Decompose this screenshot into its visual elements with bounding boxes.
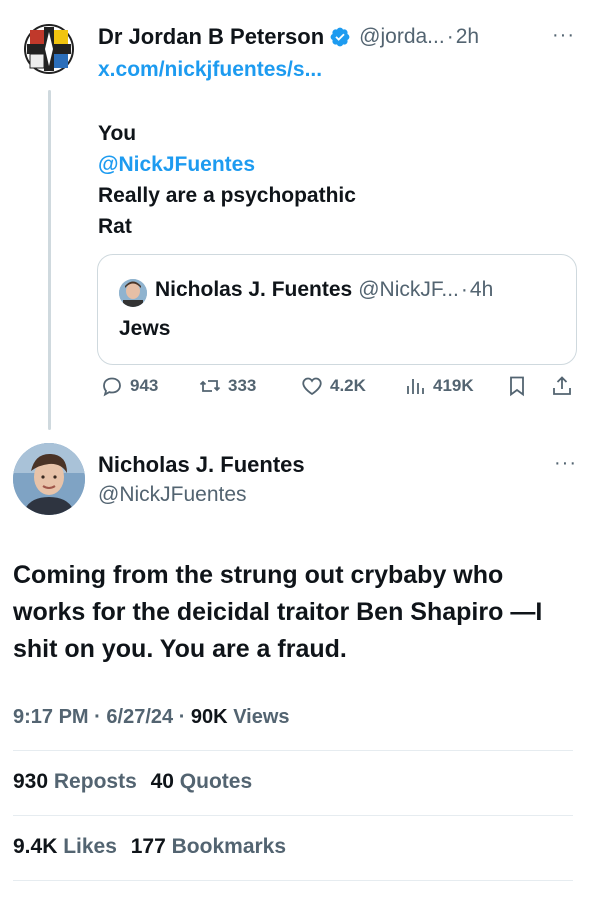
views-count: 90K	[190, 706, 228, 728]
divider	[13, 880, 573, 881]
tweet-line: You	[98, 122, 137, 145]
quotes-count: 40	[150, 770, 174, 793]
bookmarks-link[interactable]: 177 Bookmarks	[131, 835, 286, 858]
divider	[13, 750, 573, 751]
separator: ·	[94, 706, 101, 728]
share-icon	[553, 376, 571, 395]
tweet-line: Really are a psychopathic	[98, 184, 356, 207]
quotes-link[interactable]: 40 Quotes	[151, 770, 253, 793]
bookmarks-label: Bookmarks	[171, 835, 287, 858]
author-handle[interactable]: @NickJFuentes	[98, 483, 247, 507]
tweet-time[interactable]: 9:17 PM	[13, 706, 89, 728]
reposts-link[interactable]: 930 Reposts	[13, 770, 137, 793]
views-button[interactable]: 419K	[403, 374, 474, 398]
share-button[interactable]	[550, 374, 580, 398]
likes-label: Likes	[63, 835, 117, 858]
repost-stats: 930 Reposts 40 Quotes	[13, 770, 252, 794]
quoted-avatar[interactable]	[119, 279, 147, 307]
verified-badge-icon	[330, 27, 350, 47]
quoted-tweet-card[interactable]	[97, 254, 577, 365]
repost-button[interactable]: 333	[198, 374, 256, 398]
tweet-link[interactable]: x.com/nickjfuentes/s...	[98, 58, 322, 82]
reposts-label: Reposts	[53, 770, 137, 793]
tweet-line: Rat	[98, 215, 132, 238]
separator: ·	[460, 278, 468, 301]
bookmark-icon	[510, 376, 524, 397]
like-button[interactable]: 4.2K	[300, 374, 366, 398]
like-count: 4.2K	[330, 376, 366, 395]
reposts-count: 930	[13, 770, 49, 793]
reply-button[interactable]: 943	[100, 374, 158, 398]
quoted-author-name[interactable]: Nicholas J. Fuentes	[155, 278, 352, 302]
avatar[interactable]	[22, 22, 76, 76]
more-icon[interactable]: ···	[552, 24, 575, 47]
tweet-body: You @NickJFuentes Really are a psychopat…	[98, 118, 356, 242]
views-count: 419K	[433, 376, 474, 395]
separator: ·	[446, 25, 454, 48]
likes-link[interactable]: 9.4K Likes	[13, 835, 117, 858]
bookmarks-count: 177	[130, 835, 166, 858]
quoted-header: Nicholas J. Fuentes @NickJF... · 4h	[155, 278, 493, 302]
quoted-timestamp[interactable]: 4h	[470, 278, 493, 302]
bookmark-button[interactable]	[505, 374, 535, 398]
thread-line	[48, 90, 51, 430]
author-handle[interactable]: @jorda...	[359, 25, 445, 49]
parent-tweet-header: Dr Jordan B Peterson @jorda... · 2h	[98, 24, 479, 50]
views-label: Views	[233, 706, 290, 728]
mention-link[interactable]: @NickJFuentes	[98, 149, 356, 180]
repost-icon	[199, 380, 221, 392]
avatar[interactable]	[13, 443, 85, 515]
reply-count: 943	[130, 376, 159, 395]
tweet-actions: 943 333 4.2K 419K	[100, 374, 578, 408]
quoted-author-handle[interactable]: @NickJF...	[358, 278, 459, 302]
repost-count: 333	[228, 376, 257, 395]
tweet-meta: 9:17 PM · 6/27/24 · 90K Views	[13, 706, 290, 729]
separator: ·	[178, 706, 186, 728]
more-icon[interactable]: ···	[554, 452, 577, 475]
tweet-date[interactable]: 6/27/24	[106, 706, 173, 728]
likes-count: 9.4K	[13, 835, 58, 858]
divider	[13, 815, 573, 816]
like-stats: 9.4K Likes 177 Bookmarks	[13, 835, 286, 859]
quotes-label: Quotes	[179, 770, 253, 793]
tweet-body: Coming from the strung out crybaby who w…	[13, 561, 543, 663]
author-name[interactable]: Nicholas J. Fuentes	[98, 452, 305, 478]
author-name[interactable]: Dr Jordan B Peterson	[98, 24, 324, 50]
heart-icon	[302, 377, 322, 396]
timestamp[interactable]: 2h	[456, 25, 479, 49]
views-icon	[407, 379, 424, 394]
reply-icon	[103, 377, 121, 397]
quoted-text: Jews	[119, 317, 171, 340]
